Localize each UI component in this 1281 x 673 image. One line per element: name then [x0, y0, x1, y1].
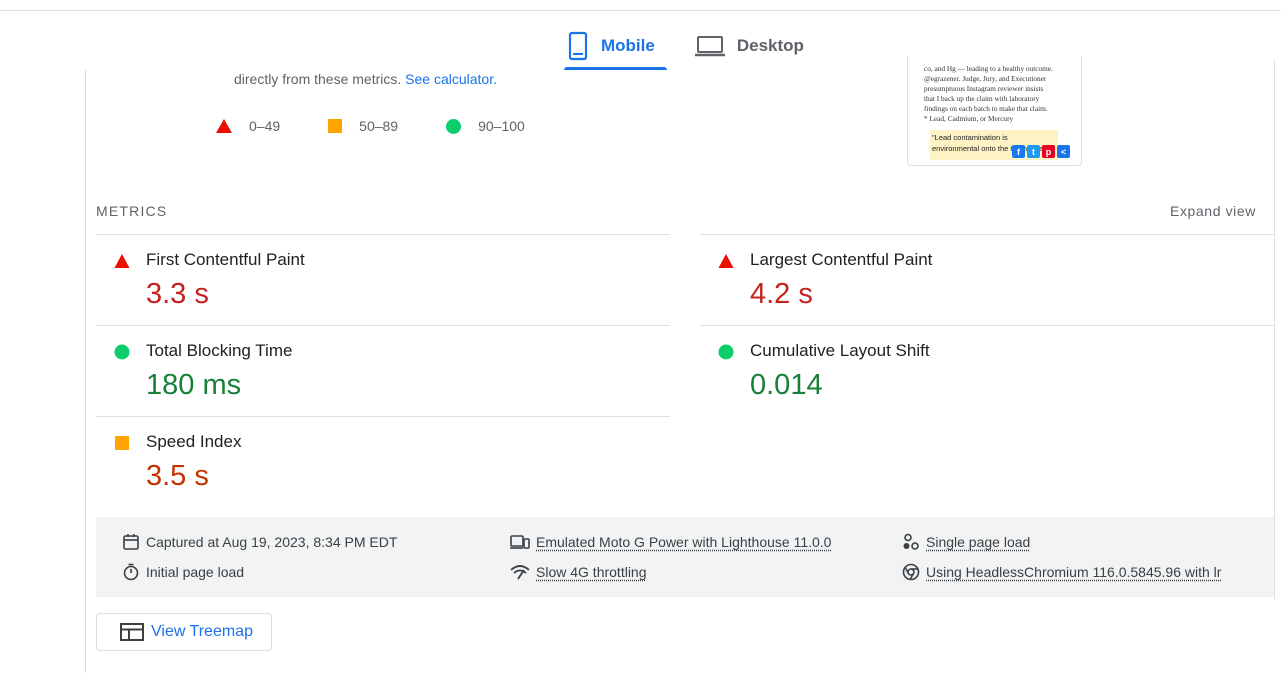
tab-desktop-label: Desktop: [736, 36, 804, 55]
tab-mobile-label: Mobile: [601, 36, 655, 55]
tab-mobile[interactable]: Mobile: [555, 22, 667, 70]
info-emulated-device[interactable]: Emulated Moto G Power with Lighthouse 11…: [510, 533, 831, 551]
calculator-note: directly from these metrics. See calcula…: [234, 71, 497, 87]
info-browser[interactable]: Using HeadlessChromium 116.0.5845.96 wit…: [902, 563, 1221, 581]
right-divider: [1274, 60, 1275, 600]
calculator-link[interactable]: See calculator.: [405, 71, 497, 87]
square-icon: [328, 119, 343, 133]
metric-title: Speed Index: [146, 432, 242, 451]
metric-cumulative-layout-shift: Cumulative Layout Shift 0.014: [700, 325, 1274, 417]
legend-fail: 0–49: [216, 118, 280, 134]
metric-first-contentful-paint: First Contentful Paint 3.3 s: [96, 234, 670, 326]
treemap-icon: [120, 623, 144, 641]
metric-title: Cumulative Layout Shift: [750, 341, 930, 360]
calendar-icon: [123, 534, 139, 550]
metric-value: 0.014: [750, 369, 823, 401]
group-circles-icon: [903, 533, 919, 550]
thumbnail-line: presumptuous Instagram reviewer insists: [924, 84, 1044, 93]
left-divider: [85, 70, 86, 673]
expand-view-button[interactable]: Expand view: [1170, 203, 1256, 219]
chrome-icon: [902, 563, 920, 581]
info-captured: Captured at Aug 19, 2023, 8:34 PM EDT: [122, 533, 397, 551]
metric-title: First Contentful Paint: [146, 250, 305, 269]
pass-circle-icon: [718, 344, 734, 360]
captured-text: Captured at Aug 19, 2023, 8:34 PM EDT: [146, 534, 398, 550]
pass-circle-icon: [114, 344, 130, 360]
metric-total-blocking-time: Total Blocking Time 180 ms: [96, 325, 670, 417]
metric-speed-index: Speed Index 3.5 s: [96, 416, 670, 508]
info-initial-load: Initial page load: [122, 563, 244, 581]
top-divider: [0, 10, 1281, 11]
timer-icon: [123, 563, 139, 581]
runtime-settings: Captured at Aug 19, 2023, 8:34 PM EDT In…: [96, 517, 1274, 597]
score-legend: 0–49 50–89 90–100: [216, 118, 525, 134]
metric-largest-contentful-paint: Largest Contentful Paint 4.2 s: [700, 234, 1274, 326]
thumbnail-line: * Lead, Cadmium, or Mercury: [924, 114, 1014, 123]
metric-value: 180 ms: [146, 369, 242, 401]
tab-desktop[interactable]: Desktop: [683, 22, 816, 70]
device-tabs: Mobile Desktop: [555, 22, 816, 70]
thumbnail-line: co, and Hg — leading to a healthy outcom…: [924, 64, 1053, 73]
share-buttons: f t p <: [1012, 145, 1070, 158]
metric-value: 3.5 s: [146, 460, 209, 492]
thumbnail-line: that I back up the claim with laboratory: [924, 94, 1040, 103]
legend-average-label: 50–89: [359, 118, 399, 134]
signal-icon: [510, 565, 530, 580]
metric-value: 3.3 s: [146, 278, 209, 310]
page-screenshot-thumbnail[interactable]: co, and Hg — leading to a healthy outcom…: [907, 56, 1082, 166]
legend-average: 50–89: [328, 118, 398, 134]
fail-triangle-icon: [718, 254, 734, 268]
pinterest-icon: p: [1042, 145, 1055, 158]
view-treemap-label: View Treemap: [151, 623, 253, 640]
emulated-text: Emulated Moto G Power with Lighthouse 11…: [536, 534, 832, 550]
thumbnail-line: @egrazener. Judge, Jury, and Executioner: [924, 74, 1047, 83]
legend-fail-label: 0–49: [249, 118, 281, 134]
initial-load-text: Initial page load: [146, 564, 245, 580]
view-treemap-button[interactable]: View Treemap: [96, 613, 272, 651]
thumbnail-line: findings on each batch to make that clai…: [924, 104, 1048, 113]
info-throttling[interactable]: Slow 4G throttling: [510, 563, 647, 581]
thumbnail-text: co, and Hg — leading to a healthy outcom…: [924, 64, 1074, 124]
smartphone-icon: [568, 31, 588, 61]
single-load-text: Single page load: [926, 534, 1031, 550]
laptop-icon: [694, 36, 725, 57]
triangle-icon: [216, 119, 232, 133]
metric-title: Total Blocking Time: [146, 341, 293, 360]
facebook-icon: f: [1012, 145, 1025, 158]
metric-title: Largest Contentful Paint: [750, 250, 933, 269]
share-icon: <: [1057, 145, 1070, 158]
legend-pass: 90–100: [446, 118, 525, 134]
twitter-icon: t: [1027, 145, 1040, 158]
throttling-text: Slow 4G throttling: [536, 564, 647, 580]
browser-text: Using HeadlessChromium 116.0.5845.96 wit…: [926, 564, 1222, 580]
metric-value: 4.2 s: [750, 278, 813, 310]
circle-icon: [446, 118, 462, 134]
devices-icon: [510, 535, 530, 549]
metrics-heading: METRICS: [96, 203, 168, 219]
info-single-load[interactable]: Single page load: [902, 533, 1030, 551]
fail-triangle-icon: [114, 254, 130, 268]
calculator-text: directly from these metrics.: [234, 71, 406, 87]
average-square-icon: [115, 436, 129, 450]
legend-pass-label: 90–100: [478, 118, 525, 134]
